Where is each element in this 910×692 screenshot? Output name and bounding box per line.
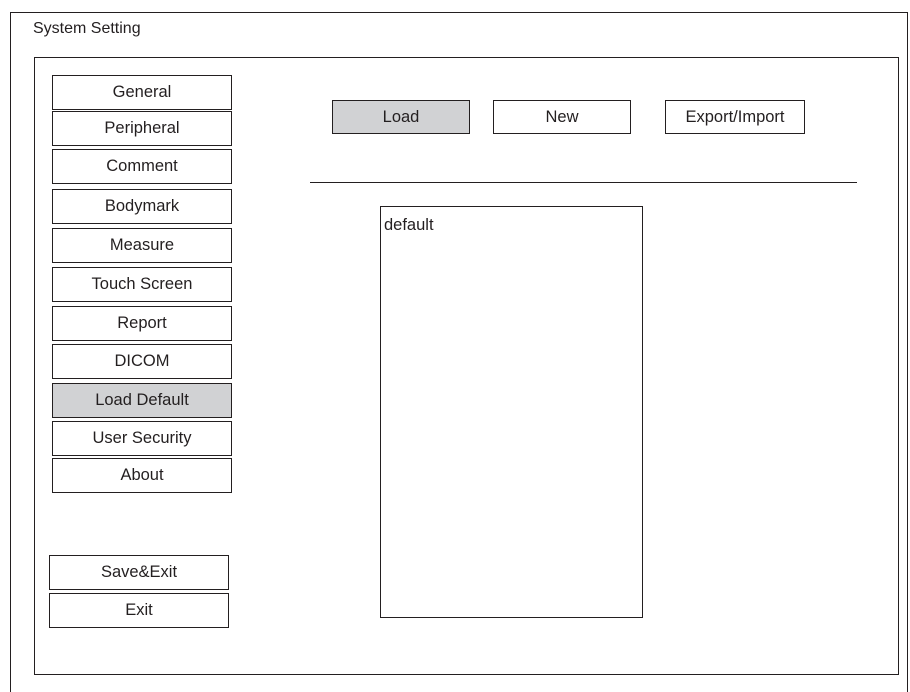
sidebar-item-comment[interactable]: Comment [52, 149, 232, 184]
tab-export-import[interactable]: Export/Import [665, 100, 805, 134]
sidebar-item-label: Load Default [95, 391, 189, 409]
tab-label: Load [382, 107, 420, 126]
sidebar-item-label: User Security [92, 429, 192, 447]
tab-label: Export/Import [685, 107, 785, 126]
sidebar-item-touch-screen[interactable]: Touch Screen [52, 267, 232, 302]
sidebar-item-report[interactable]: Report [52, 306, 232, 341]
sidebar-item-dicom[interactable]: DICOM [52, 344, 232, 379]
sidebar-item-load-default[interactable]: Load Default [52, 383, 232, 418]
tab-new[interactable]: New [493, 100, 631, 134]
sidebar-item-label: Bodymark [104, 197, 180, 215]
sidebar-item-label: Comment [106, 157, 178, 175]
save-exit-label: Save&Exit [100, 563, 178, 581]
preset-list[interactable]: default [380, 206, 643, 618]
sidebar-item-peripheral[interactable]: Peripheral [52, 111, 232, 146]
sidebar-item-label: Report [117, 314, 167, 332]
sidebar-item-label: About [120, 466, 164, 484]
save-exit-button[interactable]: Save&Exit [49, 555, 229, 590]
sidebar-item-label: Measure [109, 236, 175, 254]
exit-button[interactable]: Exit [49, 593, 229, 628]
section-divider [310, 182, 857, 183]
sidebar-item-bodymark[interactable]: Bodymark [52, 189, 232, 224]
sidebar-item-label: Peripheral [104, 119, 180, 137]
list-item[interactable]: default [384, 215, 434, 235]
window-title: System Setting [33, 20, 141, 37]
tab-load[interactable]: Load [332, 100, 470, 134]
sidebar-item-measure[interactable]: Measure [52, 228, 232, 263]
sidebar-item-label: DICOM [114, 352, 170, 370]
tab-label: New [545, 107, 579, 126]
sidebar-item-label: Touch Screen [91, 275, 193, 293]
exit-label: Exit [125, 601, 153, 619]
sidebar-item-general[interactable]: General [52, 75, 232, 110]
sidebar-item-about[interactable]: About [52, 458, 232, 493]
sidebar-item-label: General [112, 83, 172, 101]
sidebar-item-user-security[interactable]: User Security [52, 421, 232, 456]
